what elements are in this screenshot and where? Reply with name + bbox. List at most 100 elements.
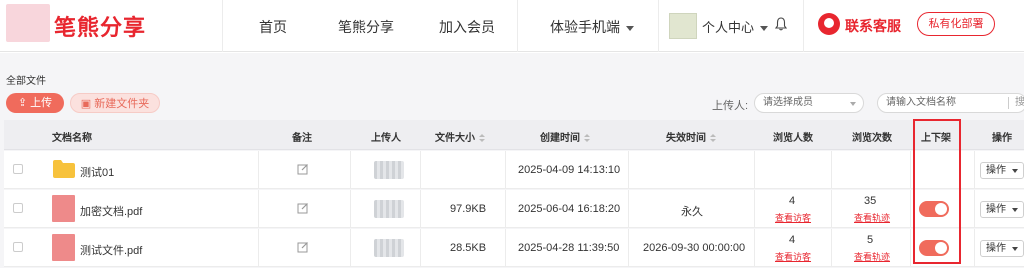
logo-image[interactable] (6, 4, 50, 42)
view-visitors-link[interactable]: 查看访客 (775, 211, 811, 224)
row-checkbox[interactable] (13, 164, 23, 174)
cell-divider (628, 151, 629, 189)
chevron-down-icon (760, 26, 769, 32)
col-size-label: 文件大小 (435, 133, 475, 144)
nav-mobile-dropdown[interactable]: 体验手机端 (550, 17, 634, 37)
expire-time: 2026-09-30 00:00:00 (643, 242, 746, 254)
row-actions-dropdown[interactable]: 操作 (980, 162, 1024, 179)
nav-divider (517, 0, 518, 52)
cell-divider (910, 151, 911, 189)
upload-icon: ⇪ (17, 97, 31, 109)
search-button[interactable]: 搜 (1015, 94, 1024, 112)
new-folder-label: 新建文件夹 (94, 98, 150, 110)
cell-divider (831, 151, 832, 189)
search-placeholder: 请输入文档名称 (886, 97, 956, 108)
breadcrumb[interactable]: 全部文件 (6, 72, 46, 87)
nav-join-member[interactable]: 加入会员 (439, 17, 495, 37)
sort-icon (584, 133, 590, 143)
cell-divider (754, 229, 755, 267)
publish-column-highlight (913, 119, 961, 264)
col-size[interactable]: 文件大小 (435, 129, 485, 144)
col-views: 浏览次数 (852, 133, 892, 144)
sort-icon (710, 133, 716, 143)
private-deploy-button[interactable]: 私有化部署 (917, 12, 995, 36)
file-name[interactable]: 测试01 (80, 164, 114, 180)
cell-divider (505, 151, 506, 189)
nav-home[interactable]: 首页 (259, 17, 287, 37)
row-actions-dropdown[interactable]: 操作 (980, 240, 1024, 257)
folder-plus-icon: ▣ (80, 98, 95, 110)
edit-icon[interactable] (297, 202, 309, 214)
logo-text[interactable]: 笔熊分享 (54, 10, 146, 42)
cell-divider (350, 229, 351, 267)
cell-divider (974, 190, 975, 228)
created-time: 2025-04-09 14:13:10 (518, 164, 621, 176)
upload-label: 上传 (30, 97, 53, 109)
expire-time: 永久 (681, 206, 703, 218)
row-checkbox[interactable] (13, 203, 23, 213)
cell-divider (420, 190, 421, 228)
cell-divider (258, 229, 259, 267)
cell-divider (754, 151, 755, 189)
view-trail-link[interactable]: 查看轨迹 (854, 211, 890, 224)
cell-divider (420, 151, 421, 189)
cell-divider (910, 229, 911, 267)
col-actions: 操作 (992, 133, 1012, 144)
cell-divider (974, 151, 975, 189)
file-size: 28.5KB (450, 242, 487, 254)
row-checkbox[interactable] (13, 242, 23, 252)
bell-icon[interactable] (775, 17, 787, 31)
cell-divider (505, 229, 506, 267)
search-input[interactable]: 请输入文档名称 搜 (877, 93, 1024, 113)
file-name[interactable]: 测试文件.pdf (80, 242, 142, 258)
viewer-count: 4 (789, 234, 796, 246)
col-expires-label: 失效时间 (666, 133, 706, 144)
sort-icon (479, 133, 485, 143)
table-row[interactable]: 测试01 2025-04-09 14:13:10 操作 (4, 151, 1024, 189)
uploader-placeholder: 请选择成员 (763, 97, 813, 108)
upload-button[interactable]: ⇪ 上传 (6, 93, 64, 113)
nav-mobile-label: 体验手机端 (550, 19, 620, 35)
cell-divider (505, 190, 506, 228)
view-count: 35 (864, 195, 877, 207)
customer-service-link[interactable]: 联系客服 (845, 16, 901, 36)
top-navbar: 笔熊分享 首页 笔熊分享 加入会员 体验手机端 个人中心 联系客服 私有化部署 (0, 0, 1024, 52)
nav-divider (658, 0, 659, 52)
file-name[interactable]: 加密文档.pdf (80, 203, 142, 219)
nav-bixiong-share[interactable]: 笔熊分享 (338, 17, 394, 37)
new-folder-button[interactable]: ▣ 新建文件夹 (70, 93, 160, 113)
user-center-label: 个人中心 (702, 20, 755, 35)
pdf-file-icon (52, 195, 75, 222)
cell-divider (754, 190, 755, 228)
row-actions-dropdown[interactable]: 操作 (980, 201, 1024, 218)
user-center-dropdown[interactable]: 个人中心 (702, 17, 769, 36)
created-time: 2025-04-28 11:39:50 (518, 242, 620, 254)
edit-icon[interactable] (297, 163, 309, 175)
uploader-avatar-blurred (374, 161, 404, 179)
chevron-down-icon (850, 102, 856, 106)
view-trail-link[interactable]: 查看轨迹 (854, 250, 890, 263)
cell-divider (258, 151, 259, 189)
view-visitors-link[interactable]: 查看访客 (775, 250, 811, 263)
table-row[interactable]: 测试文件.pdf 28.5KB 2025-04-28 11:39:50 2026… (4, 229, 1024, 267)
col-created[interactable]: 创建时间 (540, 129, 590, 144)
customer-service-icon[interactable] (818, 13, 840, 35)
view-count: 5 (867, 234, 874, 246)
nav-divider (803, 0, 804, 52)
folder-icon (53, 160, 75, 178)
cell-divider (831, 190, 832, 228)
uploader-select[interactable]: 请选择成员 (754, 93, 864, 113)
cell-divider (628, 229, 629, 267)
table-row[interactable]: 加密文档.pdf 97.9KB 2025-06-04 16:18:20 永久 4… (4, 190, 1024, 228)
uploader-avatar-blurred (374, 200, 404, 218)
edit-icon[interactable] (297, 241, 309, 253)
cell-divider (831, 229, 832, 267)
col-expires[interactable]: 失效时间 (666, 129, 716, 144)
search-divider (1008, 97, 1009, 109)
col-name: 文档名称 (52, 133, 92, 144)
cell-divider (974, 229, 975, 267)
pdf-file-icon (52, 234, 75, 261)
avatar[interactable] (669, 13, 697, 39)
cell-divider (420, 229, 421, 267)
col-viewers: 浏览人数 (773, 133, 813, 144)
